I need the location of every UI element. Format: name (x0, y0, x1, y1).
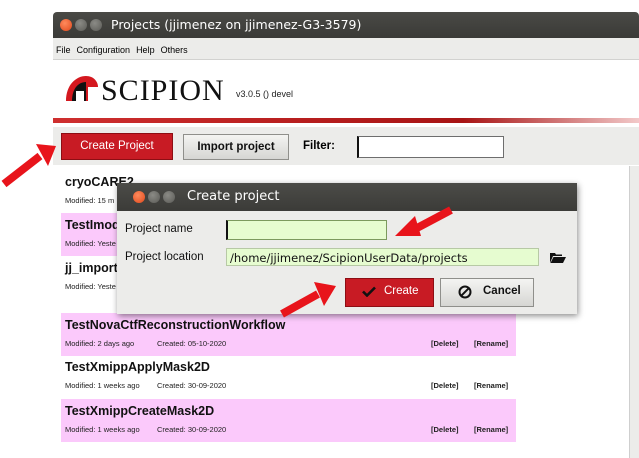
list-item[interactable]: TestXmippCreateMask2D Modified: 1 weeks … (61, 399, 516, 442)
cancel-button-label: Cancel (483, 285, 521, 297)
version-label: v3.0.5 () devel (236, 89, 294, 99)
menu-configuration[interactable]: Configuration (77, 45, 131, 55)
project-modified: Modified: 15 m (65, 196, 115, 205)
delete-link[interactable]: [Delete] (431, 381, 459, 390)
project-modified: Modified: Yeste (65, 239, 116, 248)
project-list-scrollbar[interactable] (629, 166, 639, 458)
dialog-titlebar[interactable]: Create project (117, 183, 577, 211)
rename-link[interactable]: [Rename] (474, 381, 508, 390)
project-modified: Modified: Yeste (65, 282, 116, 291)
scipion-helmet-icon (66, 76, 98, 101)
delete-link[interactable]: [Delete] (431, 339, 459, 348)
project-name[interactable]: TestImod (65, 218, 120, 232)
create-button[interactable]: Create (345, 278, 434, 307)
dialog-title: Create project (187, 189, 280, 204)
checkmark-icon (362, 286, 376, 297)
project-location-input[interactable]: /home/jjimenez/ScipionUserData/projects (226, 248, 539, 266)
project-modified: Modified: 2 days ago (65, 339, 135, 348)
toolbar: Create Project Import project Filter: (53, 127, 639, 165)
red-arrow-annotation (1, 144, 56, 188)
menu-others[interactable]: Others (161, 45, 188, 55)
menu-bar: File Configuration Help Others (53, 38, 639, 60)
menu-help[interactable]: Help (136, 45, 155, 55)
red-arrow-annotation (395, 206, 453, 236)
main-window-titlebar[interactable]: Projects (jjimenez on jjimenez-G3-3579) (53, 12, 639, 38)
project-created: Created: 30-09-2020 (157, 381, 227, 390)
window-title: Projects (jjimenez on jjimenez-G3-3579) (111, 17, 362, 32)
list-item[interactable]: TestXmippApplyMask2D Modified: 1 weeks a… (61, 355, 516, 398)
menu-file[interactable]: File (56, 45, 71, 55)
project-location-label: Project location (125, 251, 204, 263)
project-name[interactable]: TestXmippCreateMask2D (65, 404, 214, 418)
delete-link[interactable]: [Delete] (431, 425, 459, 434)
import-project-button[interactable]: Import project (183, 134, 289, 160)
rename-link[interactable]: [Rename] (474, 339, 508, 348)
close-icon[interactable] (60, 19, 72, 31)
project-created: Created: 05-10-2020 (157, 339, 227, 348)
project-modified: Modified: 1 weeks ago (65, 381, 140, 390)
maximize-icon[interactable] (163, 191, 175, 203)
create-project-button[interactable]: Create Project (61, 133, 173, 160)
folder-open-icon[interactable] (550, 252, 566, 264)
minimize-icon[interactable] (75, 19, 87, 31)
cancel-button[interactable]: Cancel (440, 278, 534, 307)
project-name[interactable]: TestNovaCtfReconstructionWorkflow (65, 318, 285, 332)
red-arrow-annotation (280, 282, 336, 318)
project-modified: Modified: 1 weeks ago (65, 425, 140, 434)
create-button-label: Create (384, 285, 419, 297)
minimize-icon[interactable] (148, 191, 160, 203)
filter-input[interactable] (357, 136, 504, 158)
header-divider (53, 118, 639, 123)
cancel-icon (458, 285, 472, 299)
close-icon[interactable] (133, 191, 145, 203)
scipion-logo-text: SCIPION (101, 74, 225, 107)
maximize-icon[interactable] (90, 19, 102, 31)
filter-label: Filter: (303, 140, 335, 152)
project-created: Created: 30-09-2020 (157, 425, 227, 434)
project-name[interactable]: TestXmippApplyMask2D (65, 360, 210, 374)
create-project-dialog: Create project Project name Project loca… (117, 183, 577, 314)
project-name-input[interactable] (226, 220, 387, 240)
project-name-label: Project name (125, 223, 193, 235)
rename-link[interactable]: [Rename] (474, 425, 508, 434)
